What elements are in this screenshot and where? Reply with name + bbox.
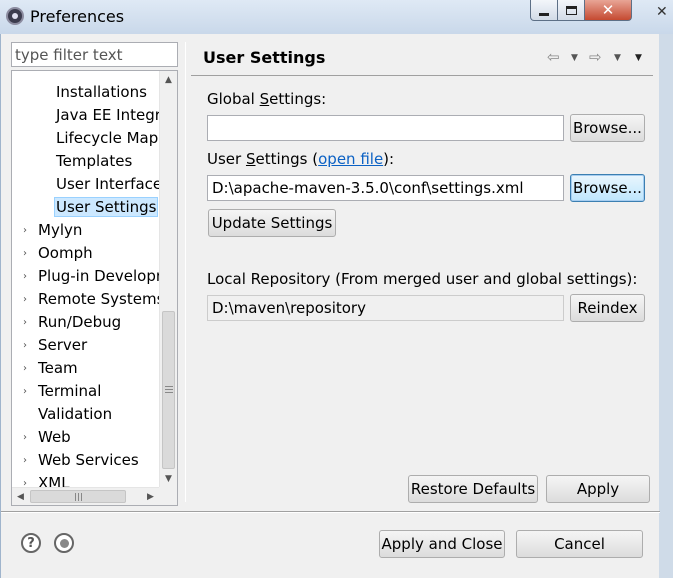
- tree-item[interactable]: › Terminal: [20, 380, 103, 402]
- tree-item[interactable]: Java EE Integra: [54, 104, 172, 126]
- global-settings-field[interactable]: [207, 115, 564, 141]
- tree-item[interactable]: › Web Services: [20, 449, 141, 471]
- tree-horizontal-scrollbar[interactable]: ◀ ▶: [12, 487, 159, 505]
- reindex-button[interactable]: Reindex: [570, 294, 645, 322]
- panel-sash[interactable]: [185, 42, 187, 502]
- preferences-dialog: Installations Java EE Integra Lifecycle Ma…: [0, 34, 660, 578]
- global-browse-button[interactable]: Browse...: [570, 114, 645, 142]
- tree-item-label: Plug-in Developr: [38, 267, 163, 285]
- tree-item[interactable]: › Plug-in Developr: [20, 265, 164, 287]
- expand-arrow-icon[interactable]: ›: [20, 248, 30, 259]
- back-dropdown-icon[interactable]: ▼: [571, 53, 578, 63]
- close-icon: ✕: [601, 1, 615, 19]
- tree-item[interactable]: › Mylyn: [20, 219, 84, 241]
- cancel-button[interactable]: Cancel: [516, 530, 643, 558]
- apply-and-close-button[interactable]: Apply and Close: [379, 530, 505, 558]
- tree-item-label: Oomph: [38, 244, 93, 262]
- maximize-button[interactable]: [557, 0, 585, 21]
- expand-arrow-icon[interactable]: ›: [20, 340, 30, 351]
- help-icon[interactable]: ?: [21, 533, 41, 553]
- scroll-left-arrow-icon[interactable]: ◀: [12, 488, 29, 505]
- back-arrow-icon[interactable]: ⇦: [547, 48, 560, 66]
- page-header: User Settings ⇦ ▼ ⇨ ▼ ▼: [191, 42, 653, 76]
- tree-item-label: User Settings: [54, 197, 159, 217]
- user-settings-field[interactable]: [207, 175, 564, 201]
- tree-item[interactable]: Validation: [20, 403, 114, 425]
- tree-item-label: Web Services: [38, 451, 139, 469]
- tree-item[interactable]: › Team: [20, 357, 80, 379]
- tree-item-label: Terminal: [38, 382, 102, 400]
- tree-item-label: User Interface: [56, 175, 163, 193]
- expand-arrow-icon[interactable]: ›: [20, 363, 30, 374]
- tree-item-label: Lifecycle Mapp: [56, 129, 168, 147]
- preferences-tree: Installations Java EE Integra Lifecycle Ma…: [11, 70, 178, 506]
- local-repository-field[interactable]: [207, 295, 564, 321]
- expand-arrow-icon[interactable]: ›: [20, 317, 30, 328]
- tree-item-label: Validation: [38, 405, 113, 423]
- maximize-icon: [565, 5, 577, 15]
- tree-item[interactable]: › Run/Debug: [20, 311, 123, 333]
- tree-item-label: Team: [38, 359, 78, 377]
- expand-arrow-icon[interactable]: ›: [20, 294, 30, 305]
- tree-item[interactable]: › Server: [20, 334, 89, 356]
- eclipse-app-icon: [6, 7, 24, 25]
- expand-arrow-icon[interactable]: ›: [20, 225, 30, 236]
- tree-item[interactable]: Installations: [54, 81, 149, 103]
- tree-item[interactable]: › Oomph: [20, 242, 95, 264]
- scroll-down-arrow-icon[interactable]: ▼: [160, 470, 177, 487]
- tree-item-label: Mylyn: [38, 221, 83, 239]
- tree-item-label: Java EE Integra: [56, 106, 171, 124]
- tree-item-label: Web: [38, 428, 71, 446]
- title-bar: Preferences ✕ ✕: [0, 0, 673, 34]
- local-repository-label: Local Repository (From merged user and g…: [207, 270, 638, 288]
- expand-arrow-icon[interactable]: ›: [20, 386, 30, 397]
- user-browse-button[interactable]: Browse...: [570, 174, 645, 202]
- tree-item[interactable]: User Settings: [54, 196, 159, 218]
- tree-item[interactable]: Templates: [54, 150, 134, 172]
- close-window-button[interactable]: ✕: [584, 0, 632, 21]
- forward-dropdown-icon[interactable]: ▼: [614, 53, 621, 63]
- tree-item-label: Server: [38, 336, 88, 354]
- tree-item[interactable]: User Interface: [54, 173, 164, 195]
- tree-item[interactable]: › Web: [20, 426, 73, 448]
- record-icon[interactable]: [54, 533, 74, 553]
- tree-item-label: Remote Systems: [38, 290, 165, 308]
- forward-arrow-icon[interactable]: ⇨: [589, 48, 602, 66]
- scroll-up-arrow-icon[interactable]: ▲: [160, 71, 177, 88]
- restore-defaults-button[interactable]: Restore Defaults: [408, 475, 538, 503]
- filter-input[interactable]: [11, 42, 178, 67]
- expand-arrow-icon[interactable]: ›: [20, 271, 30, 282]
- background-close-icon: ✕: [656, 4, 668, 20]
- bottom-separator: [1, 511, 660, 513]
- page-title: User Settings: [203, 48, 326, 67]
- tree-item-label: Templates: [56, 152, 133, 170]
- window-title: Preferences: [30, 7, 125, 26]
- open-file-link[interactable]: open file: [318, 150, 383, 168]
- minimize-button[interactable]: [530, 0, 558, 21]
- expand-arrow-icon[interactable]: ›: [20, 432, 30, 443]
- update-settings-button[interactable]: Update Settings: [208, 209, 336, 237]
- expand-arrow-icon[interactable]: ›: [20, 455, 30, 466]
- scroll-right-arrow-icon[interactable]: ▶: [142, 488, 159, 505]
- vertical-scroll-thumb[interactable]: [162, 311, 175, 469]
- tree-item-label: Run/Debug: [38, 313, 122, 331]
- tree-item[interactable]: › Remote Systems: [20, 288, 166, 310]
- global-settings-label: Global Settings:: [207, 90, 327, 108]
- tree-vertical-scrollbar[interactable]: ▲ ▼: [159, 71, 177, 487]
- tree-item-label: Installations: [56, 83, 147, 101]
- view-menu-icon[interactable]: ▼: [635, 53, 642, 63]
- user-settings-label: User Settings (open file):: [207, 150, 395, 168]
- tree-item[interactable]: Lifecycle Mapp: [54, 127, 170, 149]
- scrollbar-corner: [159, 487, 177, 505]
- apply-button[interactable]: Apply: [546, 475, 650, 503]
- minimize-icon: [539, 12, 549, 16]
- horizontal-scroll-thumb[interactable]: [30, 490, 126, 503]
